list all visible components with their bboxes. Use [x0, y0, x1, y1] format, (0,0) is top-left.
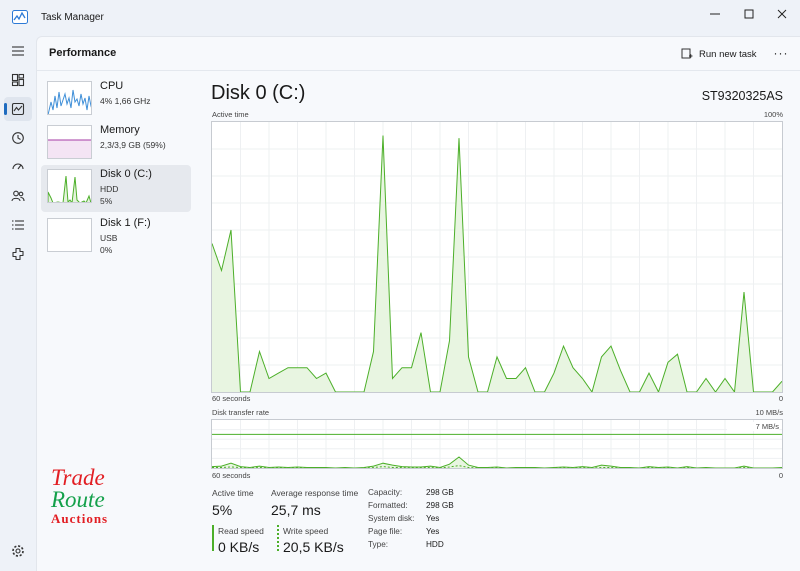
type-label: Type: [368, 540, 389, 549]
write-speed-indicator [277, 525, 279, 551]
transfer-rate-reference-label: 7 MB/s [727, 422, 779, 431]
trade-route-auctions-logo: Trade Route Auctions [51, 465, 109, 526]
read-speed-indicator [212, 525, 214, 551]
device-stat: 5% [100, 196, 113, 206]
disk1-thumbnail-graph [47, 218, 92, 252]
device-name: Disk 0 (C:) [100, 168, 152, 180]
active-time-graph [211, 121, 783, 394]
device-disk-1[interactable]: Disk 1 (F:) USB 0% [41, 214, 191, 261]
device-cpu[interactable]: CPU 4% 1,66 GHz [41, 77, 191, 124]
device-stat: 2,3/3,9 GB (59%) [100, 140, 166, 150]
system-disk-label: System disk: [368, 514, 415, 523]
services-icon[interactable] [4, 242, 32, 266]
active-time-stat-value: 5% [212, 502, 233, 518]
detail-title: Disk 0 (C:) [211, 82, 306, 104]
disk-model: ST9320325AS [701, 89, 783, 103]
device-stat: 0% [100, 245, 113, 255]
active-time-axis-left: 60 seconds [212, 394, 251, 403]
formatted-label: Formatted: [368, 501, 408, 510]
users-icon[interactable] [4, 184, 32, 208]
write-speed-label: Write speed [283, 526, 329, 536]
device-name: Memory [100, 124, 140, 136]
read-speed-label: Read speed [218, 526, 264, 536]
run-new-task-label: Run new task [699, 48, 757, 60]
startup-apps-icon[interactable] [4, 155, 32, 179]
type-value: HDD [426, 540, 444, 549]
response-time-value: 25,7 ms [271, 502, 321, 518]
page-file-label: Page file: [368, 527, 403, 536]
transfer-rate-graph [211, 419, 783, 469]
memory-thumbnail-graph [47, 125, 92, 159]
active-time-stat-label: Active time [212, 488, 254, 498]
settings-icon[interactable] [4, 539, 32, 563]
capacity-label: Capacity: [368, 488, 403, 497]
navigation-rail [0, 36, 36, 571]
device-type: USB [100, 233, 118, 243]
more-options-button[interactable]: ··· [771, 45, 791, 61]
device-name: Disk 1 (F:) [100, 217, 151, 229]
response-time-label: Average response time [271, 488, 359, 498]
close-button[interactable] [763, 0, 800, 28]
window-title: Task Manager [41, 12, 104, 23]
device-type: HDD [100, 184, 119, 194]
header-divider [37, 70, 800, 71]
main-panel: Performance Run new task ··· CPU 4% 1,66… [36, 36, 800, 571]
transfer-axis-left: 60 seconds [212, 471, 251, 480]
active-time-chart [211, 122, 783, 394]
transfer-axis-right: 0 [778, 471, 783, 480]
transfer-rate-chart [211, 420, 783, 469]
transfer-rate-graph-label: Disk transfer rate [212, 408, 270, 417]
performance-icon[interactable] [4, 97, 32, 121]
active-time-graph-label: Active time [212, 110, 249, 119]
processes-icon[interactable] [4, 68, 32, 92]
write-speed-value: 20,5 KB/s [283, 539, 344, 555]
page-file-value: Yes [426, 527, 440, 536]
hamburger-menu-icon[interactable] [4, 39, 32, 63]
transfer-rate-max-label: 10 MB/s [755, 408, 783, 417]
run-new-task-button[interactable]: Run new task [681, 44, 757, 64]
cpu-thumbnail-graph [47, 81, 92, 115]
page-title: Performance [49, 47, 117, 59]
device-name: CPU [100, 80, 124, 92]
active-time-max-label: 100% [763, 110, 783, 119]
read-speed-value: 0 KB/s [218, 539, 260, 555]
device-memory[interactable]: Memory 2,3/3,9 GB (59%) [41, 121, 191, 168]
system-disk-value: Yes [426, 514, 440, 523]
active-time-axis-right: 0 [778, 394, 783, 403]
device-stat: 4% 1,66 GHz [100, 96, 151, 106]
details-icon[interactable] [4, 213, 32, 237]
formatted-value: 298 GB [426, 501, 454, 510]
capacity-value: 298 GB [426, 488, 454, 497]
title-bar: Task Manager [0, 0, 800, 36]
run-task-icon [681, 48, 693, 59]
task-manager-icon [12, 10, 28, 24]
app-history-icon[interactable] [4, 126, 32, 150]
device-disk-0[interactable]: Disk 0 (C:) HDD 5% [41, 165, 191, 212]
disk0-thumbnail-graph [47, 169, 92, 203]
minimize-button[interactable] [696, 0, 734, 28]
